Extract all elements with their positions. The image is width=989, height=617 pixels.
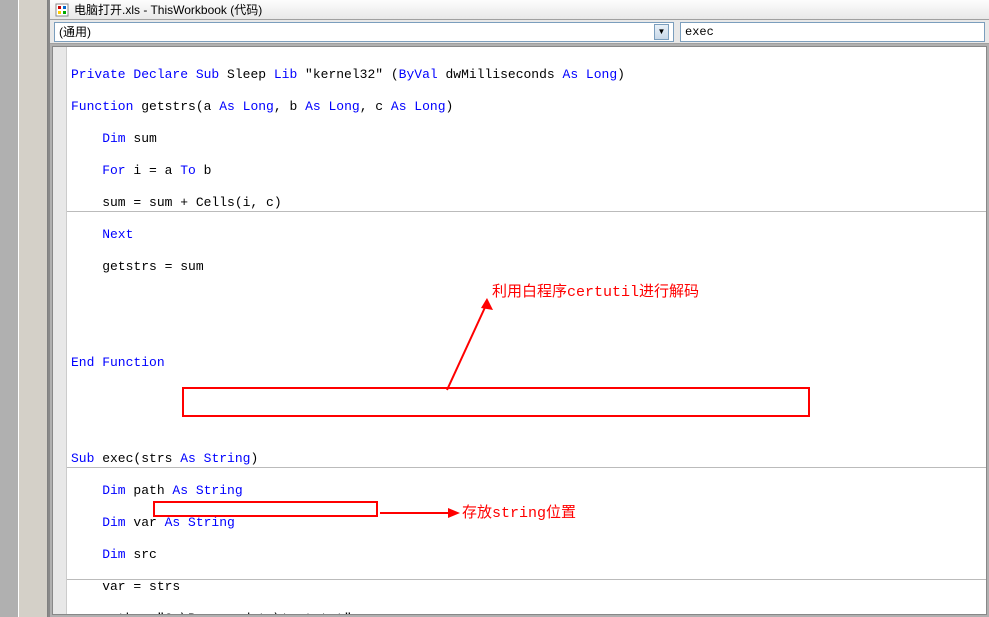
- procedure-dropdown[interactable]: exec: [680, 22, 985, 42]
- object-dropdown[interactable]: (通用) ▼: [54, 22, 674, 42]
- procedure-dropdown-value: exec: [685, 25, 714, 39]
- arrow-icon: [437, 298, 497, 398]
- code-editor[interactable]: Private Declare Sub Sleep Lib "kernel32"…: [52, 46, 987, 615]
- chevron-down-icon[interactable]: ▼: [654, 24, 669, 40]
- left-panel-gutter: [0, 0, 50, 617]
- code-margin: [53, 47, 67, 614]
- code-content[interactable]: Private Declare Sub Sleep Lib "kernel32"…: [67, 47, 986, 614]
- code-toolbar: (通用) ▼ exec: [50, 20, 989, 44]
- window-title-bar: 电脑打开.xls - ThisWorkbook (代码): [50, 0, 989, 20]
- section-divider: [67, 467, 986, 468]
- vba-file-icon: [54, 2, 70, 18]
- object-dropdown-value: (通用): [59, 23, 91, 40]
- section-divider: [67, 211, 986, 212]
- window-title: 电脑打开.xls - ThisWorkbook (代码): [74, 1, 262, 18]
